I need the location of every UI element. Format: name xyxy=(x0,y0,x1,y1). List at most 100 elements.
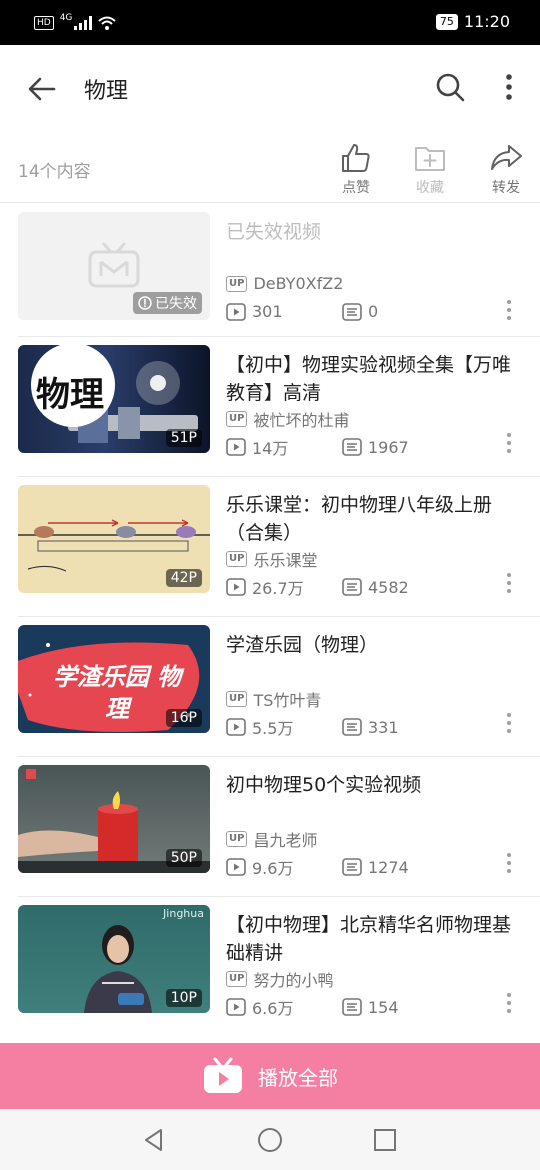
share-icon xyxy=(491,145,522,170)
search-icon[interactable] xyxy=(432,69,468,105)
danmaku-count-value: 4582 xyxy=(368,577,409,597)
uploader-name: 努力的小鸭 xyxy=(253,971,334,990)
uploader: UP 被忙坏的杜甫 xyxy=(226,407,349,431)
status-bar: HD 4G 75 11:20 xyxy=(0,0,540,45)
tv-play-icon xyxy=(204,1057,242,1093)
video-title: 学渣乐园（物理） xyxy=(226,634,379,656)
video-list: 已失效 已失效视频 UP DeBY0XfZ2 301 0 物理 51P 【初中】… xyxy=(0,204,540,1037)
danmaku-count: 154 xyxy=(342,998,458,1017)
arrow-left-icon[interactable] xyxy=(24,71,60,107)
view-count-value: 6.6万 xyxy=(252,999,294,1018)
thumbnail-text: 物理 xyxy=(36,375,104,415)
more-vertical-icon[interactable] xyxy=(504,851,514,875)
alert-icon xyxy=(138,296,152,310)
more-vertical-icon[interactable] xyxy=(504,991,514,1015)
uploader-name: TS竹叶青 xyxy=(253,691,322,710)
thumbs-up-icon xyxy=(342,144,370,172)
video-title: 【初中】物理实验视频全集【万唯教育】高清 xyxy=(226,354,512,404)
video-thumbnail: 物理 51P xyxy=(18,345,210,453)
uploader: UP TS竹叶青 xyxy=(226,687,321,711)
list-item[interactable]: Jinghua 10P 【初中物理】北京精华名师物理基础精讲 UP 努力的小鸭 … xyxy=(18,897,540,1037)
up-badge: UP xyxy=(226,691,248,707)
part-count-badge: 50P xyxy=(165,849,202,867)
danmaku-icon xyxy=(342,718,362,736)
danmaku-icon xyxy=(342,578,362,596)
invalid-badge: 已失效 xyxy=(133,292,202,314)
up-badge: UP xyxy=(226,275,248,292)
danmaku-icon xyxy=(342,302,362,321)
clock: 11:20 xyxy=(463,12,510,31)
up-badge: UP xyxy=(226,831,248,847)
uploader-name: DeBY0XfZ2 xyxy=(253,274,344,293)
uploader: UP 昌九老师 xyxy=(226,827,317,851)
list-item[interactable]: 已失效 已失效视频 UP DeBY0XfZ2 301 0 xyxy=(18,204,540,337)
more-vertical-icon[interactable] xyxy=(504,711,514,735)
folder-add-icon xyxy=(415,147,445,171)
danmaku-count-value: 1274 xyxy=(368,857,409,877)
share-label: 转发 xyxy=(492,180,520,196)
list-item[interactable]: 50P 初中物理50个实验视频 UP 昌九老师 9.6万 1274 xyxy=(18,757,540,897)
list-item[interactable]: 学渣乐园 物理 16P 学渣乐园（物理） UP TS竹叶青 5.5万 331 xyxy=(18,617,540,757)
play-count-icon xyxy=(226,858,246,876)
more-vertical-icon[interactable] xyxy=(504,431,514,455)
share-button[interactable]: 转发 xyxy=(476,141,536,197)
danmaku-count: 1967 xyxy=(342,438,458,457)
video-thumbnail: 50P xyxy=(18,765,210,873)
thumbnail-text: 学渣乐园 物理 xyxy=(52,663,182,723)
view-count: 5.5万 xyxy=(226,715,342,739)
up-badge: UP xyxy=(226,411,248,427)
more-vertical-icon[interactable] xyxy=(494,69,524,105)
signal-icon xyxy=(74,16,93,30)
danmaku-count: 1274 xyxy=(342,858,458,877)
invalid-badge-label: 已失效 xyxy=(155,296,197,312)
video-title: 已失效视频 xyxy=(226,221,322,243)
danmaku-count-value: 331 xyxy=(368,717,399,737)
status-right: 75 11:20 xyxy=(435,12,510,31)
danmaku-icon xyxy=(342,858,362,876)
nav-home-icon[interactable] xyxy=(257,1127,283,1153)
part-count-badge: 51P xyxy=(165,429,202,447)
view-count-value: 301 xyxy=(252,302,283,321)
video-stats: 14万 1967 xyxy=(226,435,458,459)
danmaku-count: 4582 xyxy=(342,578,458,597)
view-count: 14万 xyxy=(226,435,342,459)
part-count-badge: 16P xyxy=(165,709,202,727)
play-count-icon xyxy=(226,718,246,736)
list-item[interactable]: 物理 51P 【初中】物理实验视频全集【万唯教育】高清 UP 被忙坏的杜甫 14… xyxy=(18,337,540,477)
uploader: UP DeBY0XfZ2 xyxy=(226,274,343,293)
uploader: UP 乐乐课堂 xyxy=(226,547,317,571)
video-title: 乐乐课堂：初中物理八年级上册（合集） xyxy=(226,494,493,544)
battery-icon: 75 xyxy=(435,13,458,30)
nav-recents-icon[interactable] xyxy=(372,1127,398,1153)
view-count: 301 xyxy=(226,302,342,321)
view-count: 26.7万 xyxy=(226,575,342,599)
view-count-value: 9.6万 xyxy=(252,859,294,878)
view-count: 9.6万 xyxy=(226,855,342,879)
more-vertical-icon[interactable] xyxy=(504,298,514,322)
uploader-name: 乐乐课堂 xyxy=(253,551,318,570)
video-stats: 5.5万 331 xyxy=(226,715,458,739)
part-count-badge: 42P xyxy=(165,569,202,587)
play-count-icon xyxy=(226,578,246,596)
play-count-icon xyxy=(226,438,246,456)
video-stats: 301 0 xyxy=(226,302,458,321)
play-all-label: 播放全部 xyxy=(258,1065,338,1090)
uploader-name: 被忙坏的杜甫 xyxy=(253,411,350,430)
video-stats: 26.7万 4582 xyxy=(226,575,458,599)
nav-back-icon[interactable] xyxy=(141,1127,167,1153)
like-button[interactable]: 点赞 xyxy=(326,141,386,197)
video-thumbnail: 42P xyxy=(18,485,210,593)
page-title: 物理 xyxy=(84,79,129,104)
app-header: 物理 xyxy=(0,45,540,133)
network-type: 4G xyxy=(59,13,73,23)
more-vertical-icon[interactable] xyxy=(504,571,514,595)
wifi-icon xyxy=(98,16,117,30)
favorite-button[interactable]: 收藏 xyxy=(400,141,460,197)
favorite-label: 收藏 xyxy=(416,180,444,196)
thumbnail-text: Jinghua xyxy=(163,907,204,920)
danmaku-count: 331 xyxy=(342,718,458,737)
play-count-icon xyxy=(226,302,246,321)
up-badge: UP xyxy=(226,551,248,567)
play-all-button[interactable]: 播放全部 xyxy=(0,1043,540,1109)
list-item[interactable]: 42P 乐乐课堂：初中物理八年级上册（合集） UP 乐乐课堂 26.7万 458… xyxy=(18,477,540,617)
